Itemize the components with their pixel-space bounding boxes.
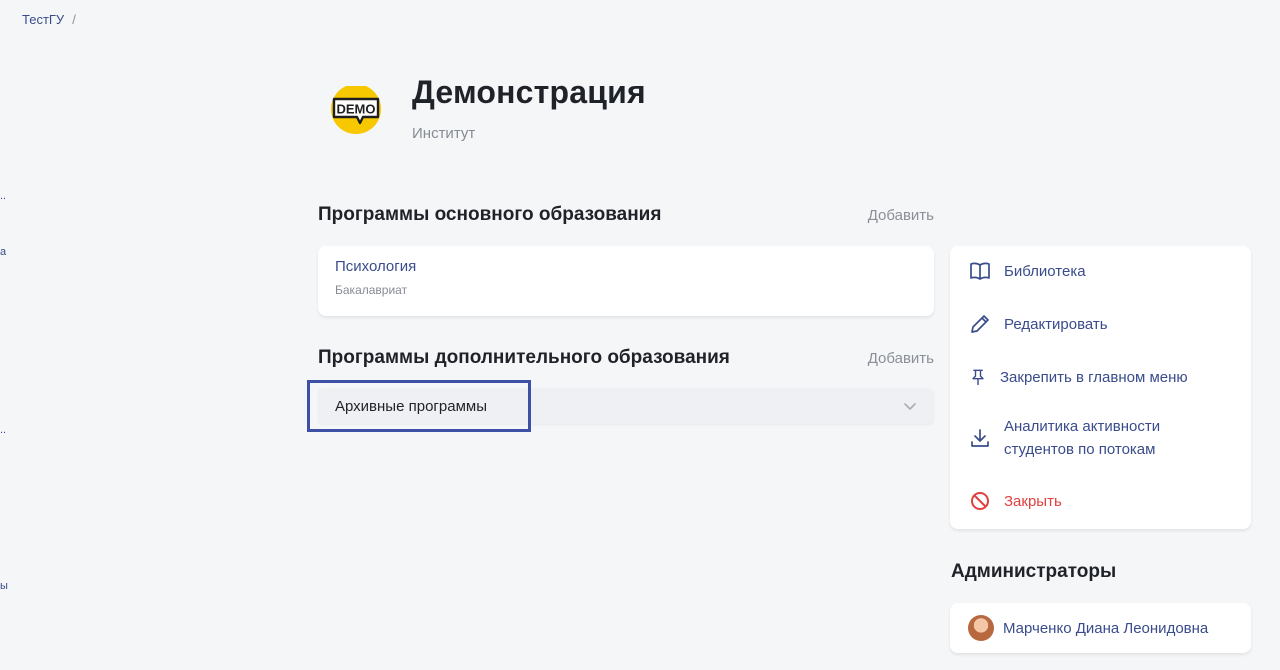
main-programs-heading: Программы основного образования (318, 204, 662, 225)
close-label: Закрыть (1004, 492, 1062, 510)
page-subtitle: Институт (412, 125, 476, 142)
archive-programs-label: Архивные программы (335, 397, 487, 415)
admin-list-item[interactable]: Марченко Диана Леонидовна (950, 603, 1251, 653)
pin-icon (972, 369, 984, 386)
analytics-label-line1: Аналитика активности (1004, 418, 1161, 435)
main-programs-header: Программы основного образования Добавить (318, 204, 934, 226)
block-icon (971, 492, 989, 510)
institute-logo: DEMO (330, 84, 384, 134)
archive-programs-dropdown[interactable]: Архивные программы (318, 388, 934, 424)
sidebar-fragment[interactable]: .. (0, 190, 6, 202)
close-menu-item[interactable]: Закрыть (968, 489, 1062, 513)
breadcrumb: ТестГУ / (22, 12, 76, 27)
avatar (968, 615, 994, 641)
page-title: Демонстрация (412, 74, 646, 110)
pencil-icon (971, 315, 989, 333)
sidebar-fragment[interactable]: a (0, 246, 6, 258)
analytics-label-line2: студентов по потокам (1004, 441, 1156, 458)
breadcrumb-separator: / (72, 12, 76, 27)
logo-text: DEMO (337, 102, 376, 117)
library-menu-item[interactable]: Библиотека (968, 259, 1086, 283)
pin-menu-item[interactable]: Закрепить в главном меню (968, 365, 1188, 389)
admins-heading: Администраторы (951, 561, 1117, 582)
library-label: Библиотека (1004, 262, 1086, 280)
program-level: Бакалавриат (335, 283, 408, 297)
admin-name-link[interactable]: Марченко Диана Леонидовна (1003, 620, 1208, 637)
analytics-label: Аналитика активности студентов по потока… (1004, 415, 1160, 461)
sidebar-fragment[interactable]: .. (0, 424, 6, 436)
book-icon (970, 262, 990, 280)
pin-label: Закрепить в главном меню (1000, 368, 1188, 386)
analytics-menu-item[interactable]: Аналитика активности студентов по потока… (968, 415, 1160, 461)
program-name-link[interactable]: Психология (335, 258, 917, 275)
extra-programs-header: Программы дополнительного образования До… (318, 347, 934, 369)
chevron-down-icon (904, 403, 916, 410)
edit-menu-item[interactable]: Редактировать (968, 312, 1108, 336)
breadcrumb-root-link[interactable]: ТестГУ (22, 12, 64, 27)
add-extra-program-button[interactable]: Добавить (868, 350, 934, 367)
edit-label: Редактировать (1004, 315, 1108, 333)
download-icon (971, 429, 989, 447)
actions-menu: Библиотека Редактировать Закрепить в гла… (950, 246, 1251, 529)
program-card[interactable]: Психология Бакалавриат (318, 246, 934, 316)
add-main-program-button[interactable]: Добавить (868, 207, 934, 224)
sidebar-fragment[interactable]: ы (0, 580, 8, 592)
extra-programs-heading: Программы дополнительного образования (318, 347, 730, 368)
